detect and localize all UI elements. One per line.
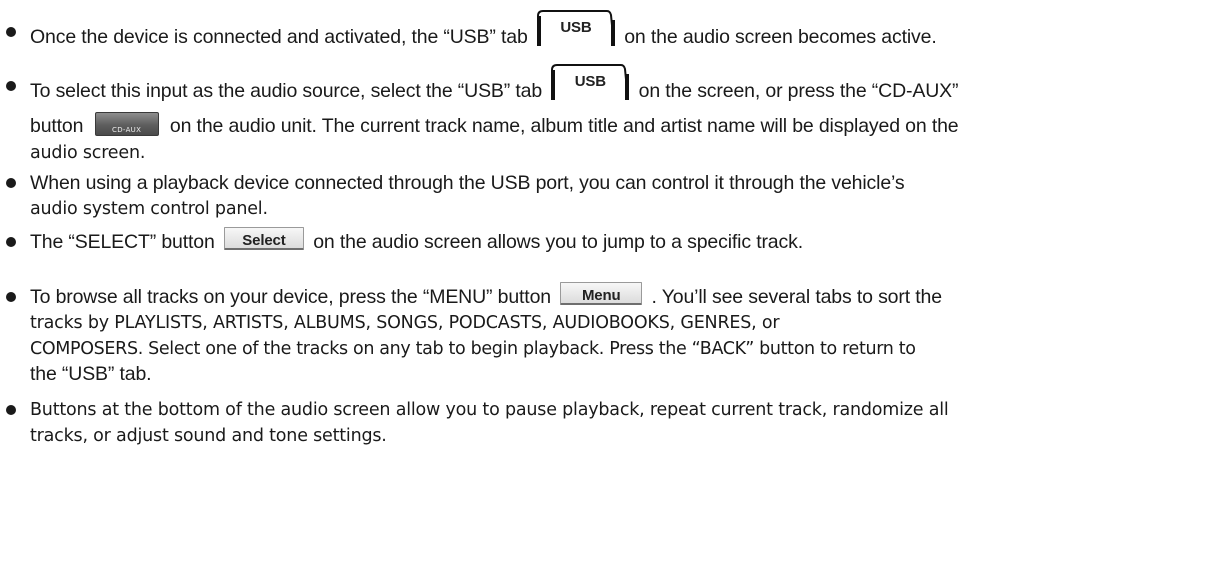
text-segment: on the screen, or press the “CD-AUX” bbox=[638, 80, 959, 103]
bullet-marker bbox=[6, 237, 16, 247]
text-segment: . You’ll see several tabs to sort the bbox=[651, 286, 943, 308]
bullet-2-line-1: To select this input as the audio source… bbox=[30, 64, 959, 110]
manual-page: Once the device is connected and activat… bbox=[0, 0, 1214, 588]
text-segment: on the audio screen allows you to jump t… bbox=[313, 231, 803, 253]
menu-button-icon: Menu bbox=[560, 282, 643, 306]
usb-tab-label: USB bbox=[574, 73, 606, 90]
bullet-marker bbox=[6, 405, 16, 415]
bullet-5-line-4: the “USB” tab. bbox=[30, 363, 152, 385]
bullet-3-line-1: When using a playback device connected t… bbox=[30, 172, 905, 194]
bullet-marker bbox=[6, 81, 16, 91]
bullet-6-line-2: tracks, or adjust sound and tone setting… bbox=[30, 426, 387, 446]
text-segment: The “SELECT” button bbox=[30, 231, 215, 253]
text-segment: on the audio screen becomes active. bbox=[624, 26, 937, 49]
bullet-4-line-1: The “SELECT” button Select on the audio … bbox=[30, 227, 803, 254]
bullet-2-line-2: button CD-AUX on the audio unit. The cur… bbox=[30, 111, 959, 139]
cd-aux-button-icon: CD-AUX bbox=[94, 111, 159, 136]
text-segment: on the audio unit. The current track nam… bbox=[169, 115, 959, 137]
usb-tab-icon: USB bbox=[551, 64, 630, 100]
bullet-5-line-2: tracks by PLAYLISTS, ARTISTS, ALBUMS, SO… bbox=[30, 313, 780, 333]
bullet-5-line-1: To browse all tracks on your device, pre… bbox=[30, 282, 943, 309]
bullet-1-line-1: Once the device is connected and activat… bbox=[30, 10, 937, 56]
usb-tab-icon: USB bbox=[536, 10, 615, 46]
bullet-5-line-3: COMPOSERS. Select one of the tracks on a… bbox=[30, 339, 916, 359]
cd-aux-label: CD-AUX bbox=[112, 125, 142, 134]
bullet-marker bbox=[6, 292, 16, 302]
bullet-2-line-3: audio screen. bbox=[30, 143, 146, 163]
menu-label: Menu bbox=[581, 287, 621, 305]
text-segment: To browse all tracks on your device, pre… bbox=[30, 286, 551, 308]
usb-tab-label: USB bbox=[560, 19, 592, 36]
select-button-icon: Select bbox=[223, 227, 304, 251]
bullet-marker bbox=[6, 27, 16, 37]
text-segment: Once the device is connected and activat… bbox=[30, 26, 528, 49]
bullet-marker bbox=[6, 178, 16, 188]
bullet-3-line-2: audio system control panel. bbox=[30, 199, 268, 219]
bullet-6-line-1: Buttons at the bottom of the audio scree… bbox=[30, 400, 949, 420]
text-segment: button bbox=[30, 115, 84, 137]
text-segment: To select this input as the audio source… bbox=[30, 80, 543, 103]
select-label: Select bbox=[242, 232, 286, 250]
